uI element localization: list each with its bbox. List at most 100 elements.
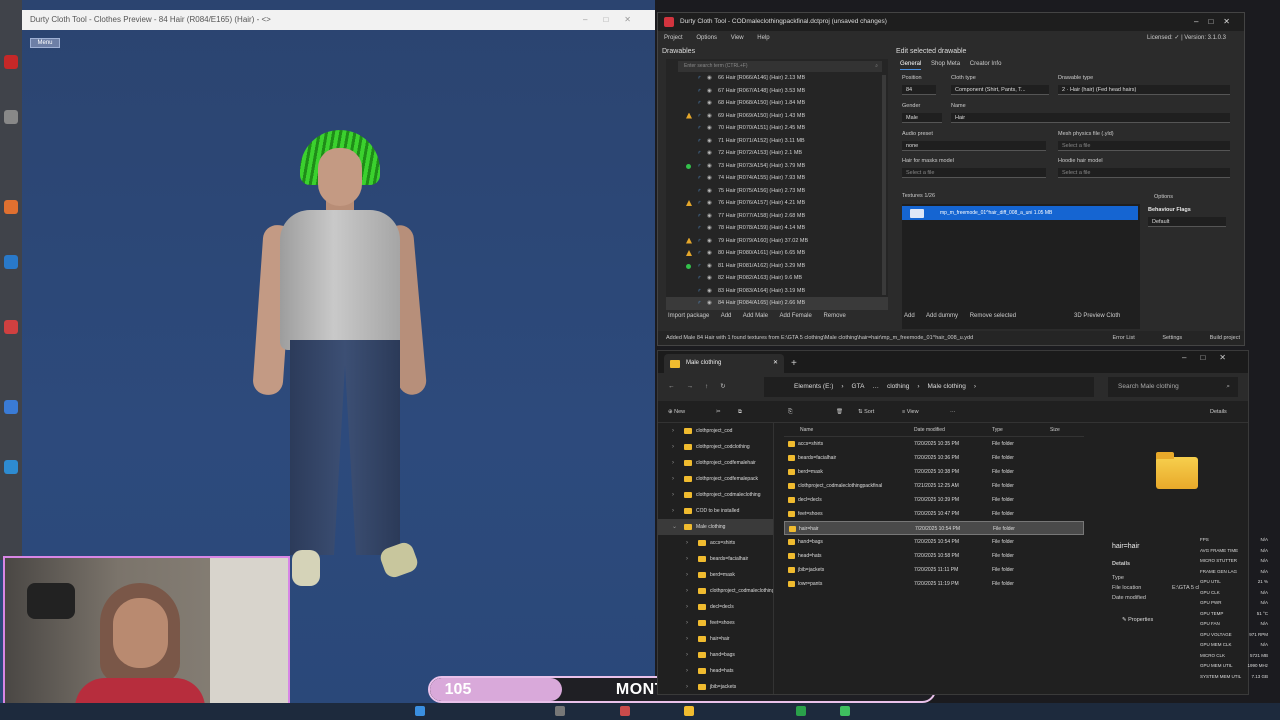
drawable-row[interactable]: ♂ ◉ 84 Hair [R084/A165] (Hair) 2.66 MB — [666, 297, 888, 310]
eye-icon[interactable]: ◉ — [707, 247, 712, 260]
eye-icon[interactable]: ◉ — [707, 272, 712, 285]
add-female-button[interactable]: Add Female — [779, 313, 811, 319]
chevron-icon[interactable]: › — [686, 551, 688, 567]
details-button[interactable]: Details — [1210, 401, 1227, 423]
view-button[interactable]: ≡ View — [902, 401, 919, 423]
cloth-tool-window[interactable]: Durty Cloth Tool - CODmaleclothingpackfi… — [657, 12, 1245, 346]
app-icon[interactable] — [4, 55, 18, 69]
tree-item[interactable]: › feet=shoes — [658, 615, 773, 631]
window-controls[interactable]: –□✕ — [1194, 13, 1240, 31]
window-controls[interactable]: –□✕ — [1182, 351, 1240, 365]
explorer-search-input[interactable]: Search Male clothing ⌕ — [1108, 377, 1238, 397]
name-input[interactable]: Hair — [951, 113, 1230, 123]
col-type[interactable]: Type — [992, 423, 1003, 437]
hair-mask-file-input[interactable]: Select a file — [902, 168, 1046, 178]
file-row[interactable]: beards=facialhair 7/20/2025 10:36 PM File … — [784, 451, 1084, 465]
drawable-row[interactable]: ♂ ◉ 71 Hair [R071/A152] (Hair) 3.11 MB — [666, 135, 888, 148]
cut-icon[interactable]: ✂ — [716, 401, 721, 423]
col-size[interactable]: Size — [1050, 423, 1060, 437]
chevron-icon[interactable]: › — [686, 567, 688, 583]
tree-item[interactable]: › berd=mask — [658, 567, 773, 583]
eye-icon[interactable]: ◉ — [707, 160, 712, 173]
drawable-row[interactable]: ♂ ◉ 77 Hair [R077/A158] (Hair) 2.68 MB — [666, 210, 888, 223]
drawable-row[interactable]: ♂ ◉ 73 Hair [R073/A154] (Hair) 3.79 MB — [666, 160, 888, 173]
audio-preset-select[interactable]: none — [902, 141, 1046, 151]
file-explorer-window[interactable]: Male clothing ✕ + –□✕ ←→↑↻ Elements (E:)… — [657, 350, 1249, 695]
texture-item[interactable]: mp_m_freemode_01^hair_diff_008_a_uni 1.0… — [902, 206, 1138, 220]
drawable-type-select[interactable]: 2 · Hair (hair) (Fed head hairs) — [1058, 85, 1230, 95]
col-name[interactable]: Name — [800, 423, 813, 437]
remove-selected-button[interactable]: Remove selected — [970, 313, 1016, 319]
eye-icon[interactable]: ◉ — [707, 147, 712, 160]
taskbar-app-icon[interactable] — [796, 706, 806, 716]
file-row[interactable]: head=hats 7/20/2025 10:58 PM File folder — [784, 549, 1084, 563]
tree-item[interactable]: › COD to be installed — [658, 503, 773, 519]
eye-icon[interactable]: ◉ — [707, 97, 712, 110]
drawable-row[interactable]: ♂ ◉ 75 Hair [R075/A156] (Hair) 2.73 MB — [666, 185, 888, 198]
drawable-row[interactable]: ♂ ◉ 68 Hair [R068/A150] (Hair) 1.84 MB — [666, 97, 888, 110]
eye-icon[interactable]: ◉ — [707, 235, 712, 248]
nav-buttons[interactable]: ←→↑↻ — [668, 382, 738, 390]
tree-item[interactable]: › clothproject_codfemalehair — [658, 455, 773, 471]
eye-icon[interactable]: ◉ — [707, 122, 712, 135]
taskbar-app-icon[interactable] — [840, 706, 850, 716]
eye-icon[interactable]: ◉ — [707, 110, 712, 123]
col-date[interactable]: Date modified — [914, 423, 945, 437]
eye-icon[interactable]: ◉ — [707, 260, 712, 273]
menu-options[interactable]: Options — [696, 35, 717, 41]
app-icon[interactable] — [4, 320, 18, 334]
drawable-row[interactable]: ♂ ◉ 82 Hair [R082/A163] (Hair) 9.6 MB — [666, 272, 888, 285]
chevron-icon[interactable]: ⌄ — [672, 519, 677, 535]
tree-item[interactable]: › clothproject_codmaleclothing — [658, 487, 773, 503]
eye-icon[interactable]: ◉ — [707, 172, 712, 185]
taskbar-app-icon[interactable] — [684, 706, 694, 716]
settings-button[interactable]: Settings — [1162, 335, 1182, 341]
tree-item[interactable]: › clothproject_codfemalepack — [658, 471, 773, 487]
drawable-row[interactable]: ♂ ◉ 78 Hair [R078/A159] (Hair) 4.14 MB — [666, 222, 888, 235]
breadcrumb[interactable]: Elements (E:) › GTA… clothing › Male clothing… — [764, 377, 1094, 397]
eye-icon[interactable]: ◉ — [707, 197, 712, 210]
app-icon[interactable] — [4, 460, 18, 474]
drawables-scrollbar[interactable] — [882, 75, 886, 295]
chevron-icon[interactable]: › — [672, 455, 674, 471]
copy-icon[interactable]: ⧉ — [738, 401, 742, 423]
drawable-row[interactable]: ♂ ◉ 66 Hair [R066/A146] (Hair) 2.13 MB — [666, 72, 888, 85]
tree-item[interactable]: › hair=hair — [658, 631, 773, 647]
tab-creator-info[interactable]: Creator Info — [970, 61, 1002, 69]
menu-project[interactable]: Project — [664, 35, 683, 41]
build-project-button[interactable]: Build project — [1210, 335, 1240, 341]
chevron-icon[interactable]: › — [686, 599, 688, 615]
file-row[interactable]: hand=bags 7/20/2025 10:54 PM File folder — [784, 535, 1084, 549]
menu-view[interactable]: View — [731, 35, 744, 41]
tab-shop-meta[interactable]: Shop Meta — [931, 61, 960, 69]
file-row[interactable]: berd=mask 7/20/2025 10:38 PM File folder — [784, 465, 1084, 479]
chevron-icon[interactable]: › — [672, 471, 674, 487]
chevron-icon[interactable]: › — [686, 679, 688, 694]
properties-button[interactable]: ✎ Properties — [1122, 617, 1153, 623]
tree-item[interactable]: › head=hats — [658, 663, 773, 679]
sort-button[interactable]: ⇅ Sort — [858, 401, 874, 423]
eye-icon[interactable]: ◉ — [707, 210, 712, 223]
chevron-icon[interactable]: › — [672, 423, 674, 439]
tree-item[interactable]: › hand=bags — [658, 647, 773, 663]
eye-icon[interactable]: ◉ — [707, 297, 712, 310]
taskbar-app-icon[interactable] — [620, 706, 630, 716]
file-row[interactable]: jbib=jackets 7/20/2025 11:11 PM File folde… — [784, 563, 1084, 577]
eye-icon[interactable]: ◉ — [707, 285, 712, 298]
eye-icon[interactable]: ◉ — [707, 135, 712, 148]
drawable-row[interactable]: ♂ ◉ 69 Hair [R069/A150] (Hair) 1.43 MB — [666, 110, 888, 123]
position-stepper[interactable]: 84 — [902, 85, 936, 95]
window-controls[interactable]: –□✕ — [583, 10, 647, 30]
menu-help[interactable]: Help — [757, 35, 769, 41]
eye-icon[interactable]: ◉ — [707, 222, 712, 235]
explorer-tab[interactable]: Male clothing ✕ — [664, 354, 784, 373]
preview-menu-button[interactable]: Menu — [30, 38, 60, 48]
drawable-row[interactable]: ♂ ◉ 79 Hair [R079/A160] (Hair) 37.02 MB — [666, 235, 888, 248]
close-tab-icon[interactable]: ✕ — [773, 354, 778, 373]
new-button[interactable]: ⊕ New — [668, 401, 685, 423]
tree-item[interactable]: › clothproject_codmaleclothingpackfinal — [658, 583, 773, 599]
file-row[interactable]: accs=shirts 7/20/2025 10:35 PM File folder — [784, 437, 1084, 451]
drawables-search-input[interactable]: Enter search term (CTRL+F) ⌕ — [678, 61, 882, 72]
remove-button[interactable]: Remove — [823, 313, 845, 319]
file-row[interactable]: clothproject_codmaleclothingpackfinal 7/2… — [784, 479, 1084, 493]
